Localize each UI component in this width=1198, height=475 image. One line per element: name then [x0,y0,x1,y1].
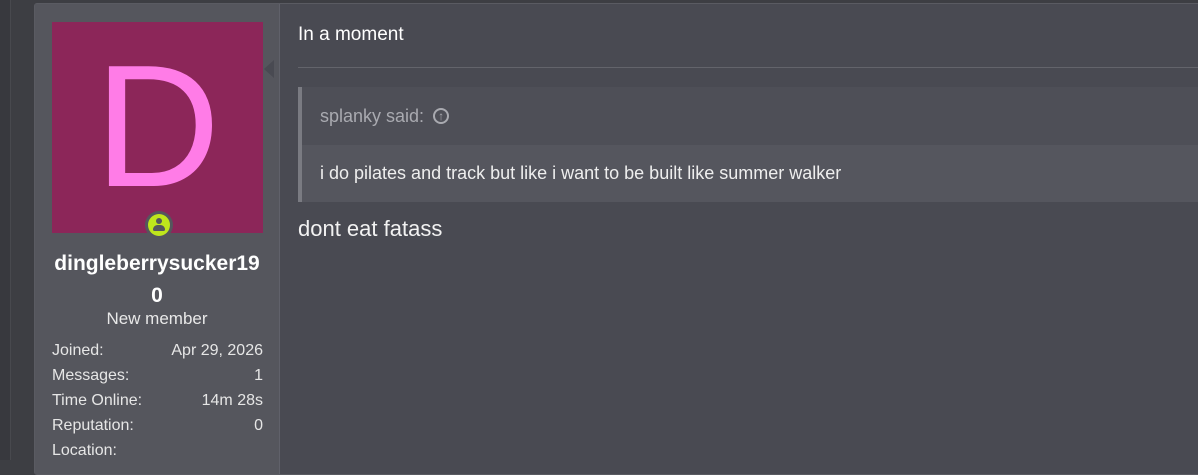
stat-label: Location: [52,442,117,459]
user-panel: D dingleberrysucker190 New member Joined… [35,4,280,474]
post-headline: In a moment [298,24,404,45]
user-online-icon [148,214,170,236]
post-pointer-arrow [264,60,274,78]
stat-time-online: Time Online: 14m 28s [52,388,263,413]
stat-label: Time Online: [52,392,143,409]
forum-post: D dingleberrysucker190 New member Joined… [34,3,1198,475]
stat-label: Joined: [52,342,104,359]
stat-joined: Joined: Apr 29, 2026 [52,338,263,363]
stat-messages: Messages: 1 [52,363,263,388]
post-reply-text: dont eat fatass [298,216,443,241]
avatar[interactable]: D [52,22,263,233]
stat-value: 1 [254,367,263,384]
user-title: New member [106,309,208,328]
avatar-letter: D [94,27,221,223]
online-status-badge [145,211,173,239]
username-link[interactable]: dingleberrysucker190 [35,248,279,312]
stat-value: 14m 28s [201,392,263,409]
stat-location: Location: [52,438,263,463]
stat-reputation: Reputation: 0 [52,413,263,438]
stat-value: Apr 29, 2026 [171,342,263,359]
user-stats: Joined: Apr 29, 2026 Messages: 1 Time On… [52,338,263,463]
quote-header: splanky said: ↑ [320,87,450,145]
quote-block: splanky said: ↑ i do pilates and track b… [298,87,1198,202]
arrow-up-circle-icon[interactable]: ↑ [433,108,450,124]
left-rail [0,0,11,460]
quote-author[interactable]: splanky said: [320,106,424,127]
divider [298,67,1198,68]
stat-label: Messages: [52,367,130,384]
stat-label: Reputation: [52,417,134,434]
stat-value: 0 [254,417,263,434]
quote-text: i do pilates and track but like i want t… [302,145,1198,202]
